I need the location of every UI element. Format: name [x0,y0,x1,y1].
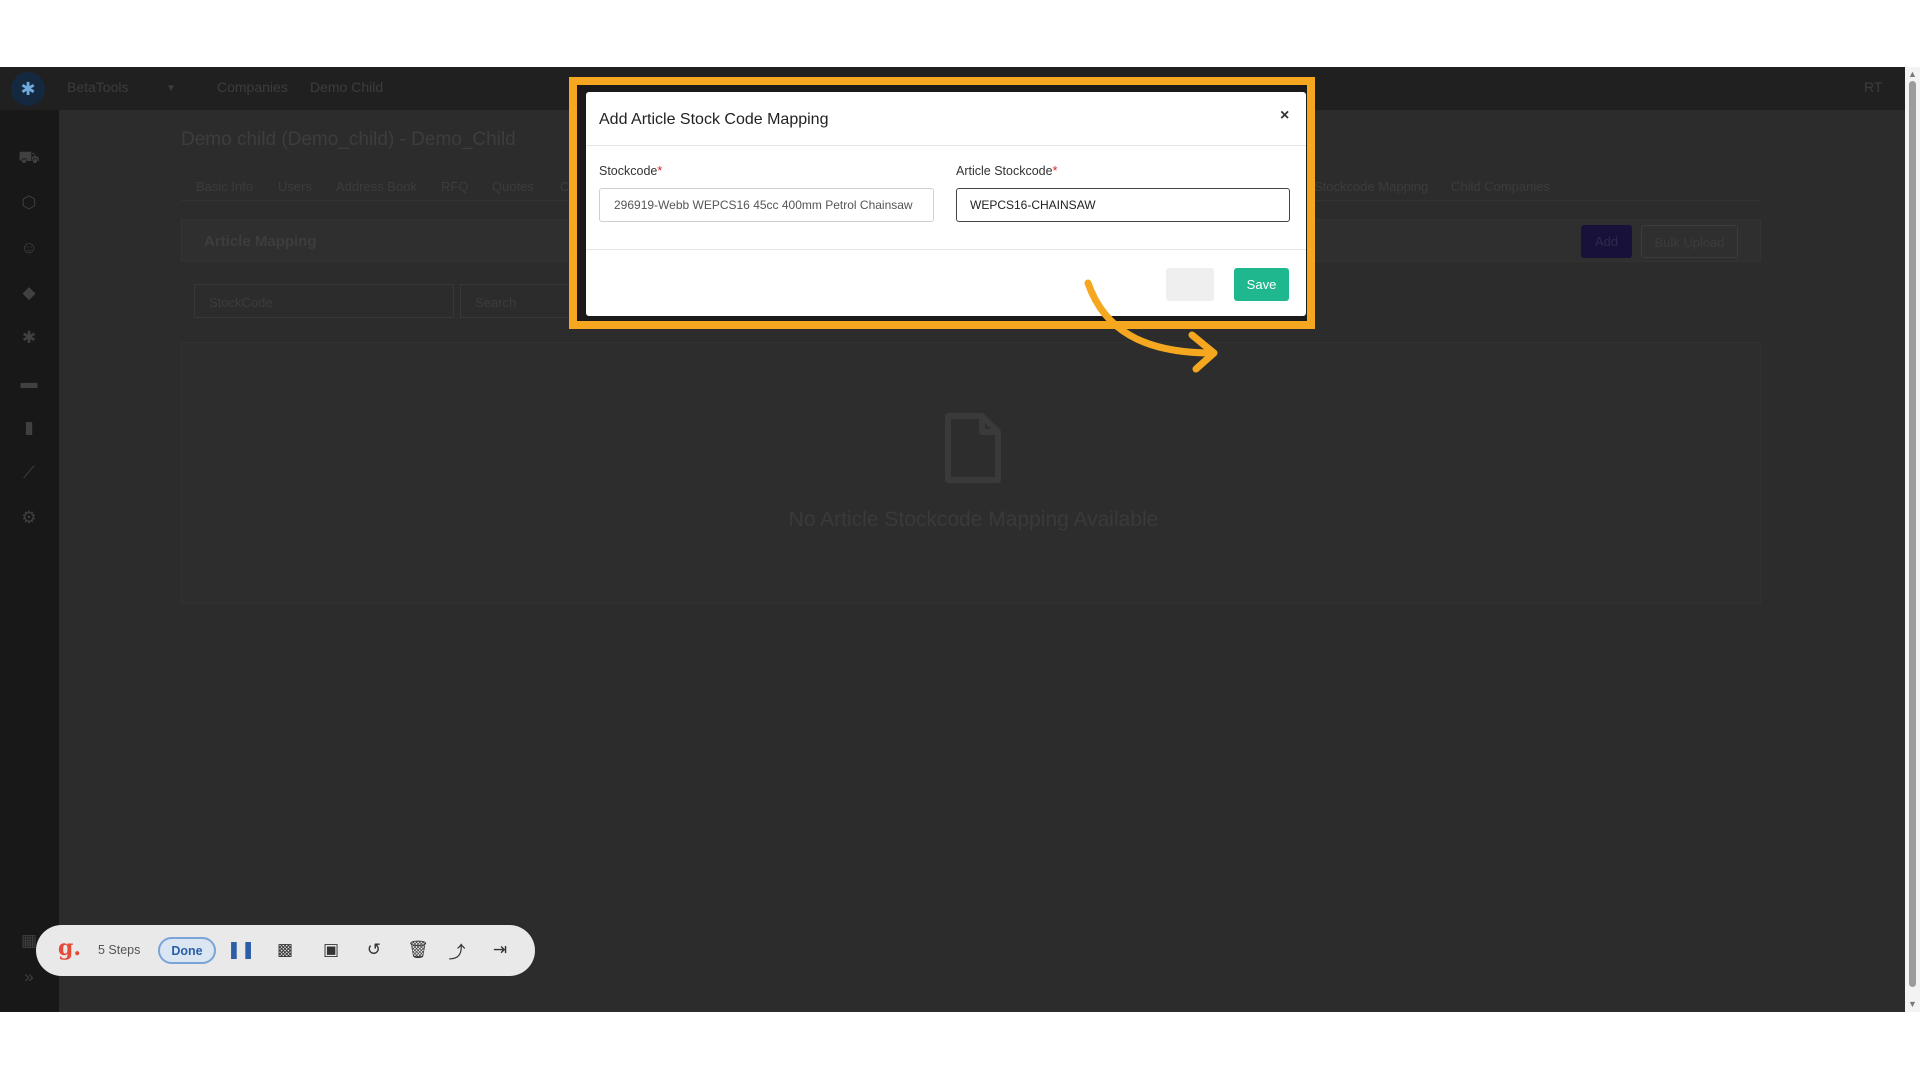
scroll-down-icon[interactable]: ▼ [1908,999,1917,1009]
tab-child-companies[interactable]: Child Companies [1451,179,1550,194]
article-stockcode-input[interactable] [956,188,1290,222]
tab-basic-info[interactable]: Basic Info [196,179,253,194]
tab-rfq[interactable]: RFQ [441,179,468,194]
recorder-logo: g. [58,935,82,961]
store-icon[interactable]: ▬ [18,372,40,394]
page-title: Demo child (Demo_child) - Demo_Child [181,129,516,150]
tab-stockcode-mapping[interactable]: Stockcode Mapping [1314,179,1428,194]
modal-header: Add Article Stock Code Mapping × [586,92,1306,146]
app-stage: ✱ BetaTools ▼ Companies Demo Child RT ⛟ … [0,67,1920,1012]
guide-arrow-icon [1084,279,1218,373]
document-icon [945,413,1001,483]
tab-c[interactable]: C [560,179,569,194]
chevron-down-icon: ▼ [166,83,176,94]
sidebar: ⛟ ⬡ ☺ ◆ ✱ ▬ ▮ ⟋ ⚙ ▦ » [0,110,59,1012]
scroll-thumb[interactable] [1909,81,1916,987]
building-icon[interactable]: ▮ [18,417,40,439]
image-icon[interactable]: ▣ [319,938,343,962]
chart-icon[interactable]: ⟋ [18,462,40,484]
upload-icon[interactable]: ⤴ [445,938,469,962]
breadcrumb-current: Demo Child [310,79,384,95]
scroll-up-icon[interactable]: ▲ [1908,69,1917,79]
tab-users[interactable]: Users [278,179,312,194]
recorder-toolbar: g. 5 Steps Done ❚❚ ▩ ▣ ↺ 🗑 ⤴ ⇥ [36,925,535,976]
modal-divider [586,249,1306,250]
card-title: Article Mapping [204,233,317,250]
required-mark: * [1052,164,1058,178]
empty-state-text: No Article Stockcode Mapping Available [788,508,1159,531]
done-button[interactable]: Done [158,937,216,964]
cart-icon[interactable]: ⛟ [18,147,40,169]
save-button[interactable]: Save [1234,268,1289,301]
tag-icon[interactable]: ◆ [18,282,40,304]
modal-title: Add Article Stock Code Mapping [599,111,829,128]
required-mark: * [657,164,663,178]
stockcode-filter-select[interactable]: StockCode [194,284,454,318]
asterisk-icon[interactable]: ✱ [18,327,40,349]
tab-quotes[interactable]: Quotes [492,179,534,194]
steps-count: 5 Steps [98,943,141,957]
box-icon[interactable]: ⬡ [18,192,40,214]
scrollbar[interactable]: ▲ ▼ [1905,67,1920,1012]
app-logo-icon[interactable]: ✱ [11,72,45,106]
stockcode-label: Stockcode* [599,164,663,178]
tab-address-book[interactable]: Address Book [336,179,417,194]
breadcrumb-companies[interactable]: Companies [217,79,288,95]
article-stockcode-label: Article Stockcode* [956,164,1058,178]
close-icon[interactable]: × [1280,107,1289,125]
undo-icon[interactable]: ↺ [362,938,386,962]
skip-icon[interactable]: ⇥ [488,938,512,962]
add-button[interactable]: Add [1581,225,1632,258]
trash-icon[interactable]: 🗑 [406,938,430,962]
users-icon[interactable]: ☺ [18,237,40,259]
blur-icon[interactable]: ▩ [273,938,297,962]
pause-icon[interactable]: ❚❚ [227,938,256,962]
expand-icon[interactable]: » [18,966,40,988]
user-avatar[interactable]: RT [1864,79,1882,95]
stockcode-input[interactable] [599,188,934,222]
org-selector[interactable]: BetaTools [67,79,128,95]
bulk-upload-button[interactable]: Bulk Upload [1641,225,1738,258]
